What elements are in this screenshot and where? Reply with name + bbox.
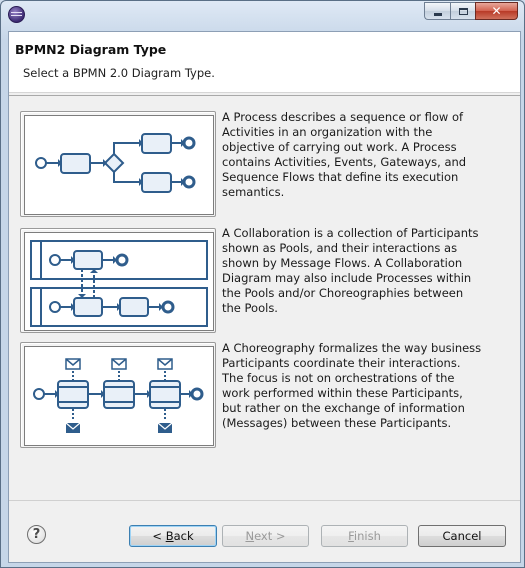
collaboration-diagram-icon	[24, 232, 214, 331]
eclipse-icon	[8, 6, 25, 23]
window-caption-buttons: ✕	[424, 2, 518, 21]
choreography-description: A Choreography formalizes the way busine…	[222, 341, 482, 430]
next-button-mnemonic: N	[245, 529, 255, 543]
finish-button[interactable]: Finish	[321, 525, 408, 547]
next-button[interactable]: Next >	[222, 525, 309, 547]
page-title: BPMN2 Diagram Type	[15, 42, 167, 57]
diagram-type-list: A Process describes a sequence or flow o…	[9, 95, 520, 503]
back-button-mnemonic: B	[165, 529, 174, 543]
minimize-icon	[433, 12, 442, 16]
maximize-button[interactable]	[450, 2, 475, 20]
back-button-prefix: <	[152, 529, 166, 543]
wizard-banner: BPMN2 Diagram Type Select a BPMN 2.0 Dia…	[9, 32, 520, 93]
cancel-button[interactable]: Cancel	[418, 525, 506, 547]
collaboration-description: A Collaboration is a collection of Parti…	[222, 226, 479, 315]
maximize-icon	[458, 7, 468, 15]
back-button[interactable]: < Back	[129, 525, 217, 547]
next-button-label: ext >	[254, 529, 286, 543]
choreography-diagram-icon	[24, 346, 214, 446]
help-icon[interactable]: ?	[27, 525, 46, 544]
finish-button-label: inish	[353, 529, 381, 543]
close-window-button[interactable]: ✕	[475, 2, 518, 20]
title-bar[interactable]: ✕	[1, 1, 524, 27]
minimize-button[interactable]	[424, 2, 450, 20]
process-diagram-icon	[24, 115, 214, 215]
choreography-option-button[interactable]	[20, 342, 216, 448]
dialog-client-area: BPMN2 Diagram Type Select a BPMN 2.0 Dia…	[8, 31, 521, 563]
process-description: A Process describes a sequence or flow o…	[222, 110, 467, 199]
dialog-window: ✕ BPMN2 Diagram Type Select a BPMN 2.0 D…	[0, 0, 525, 568]
close-icon: ✕	[491, 4, 502, 18]
collaboration-option-button[interactable]	[20, 228, 216, 333]
footer-separator	[9, 500, 520, 501]
page-description: Select a BPMN 2.0 Diagram Type.	[23, 66, 215, 80]
process-option-button[interactable]	[20, 111, 216, 217]
back-button-label: ack	[173, 529, 194, 543]
